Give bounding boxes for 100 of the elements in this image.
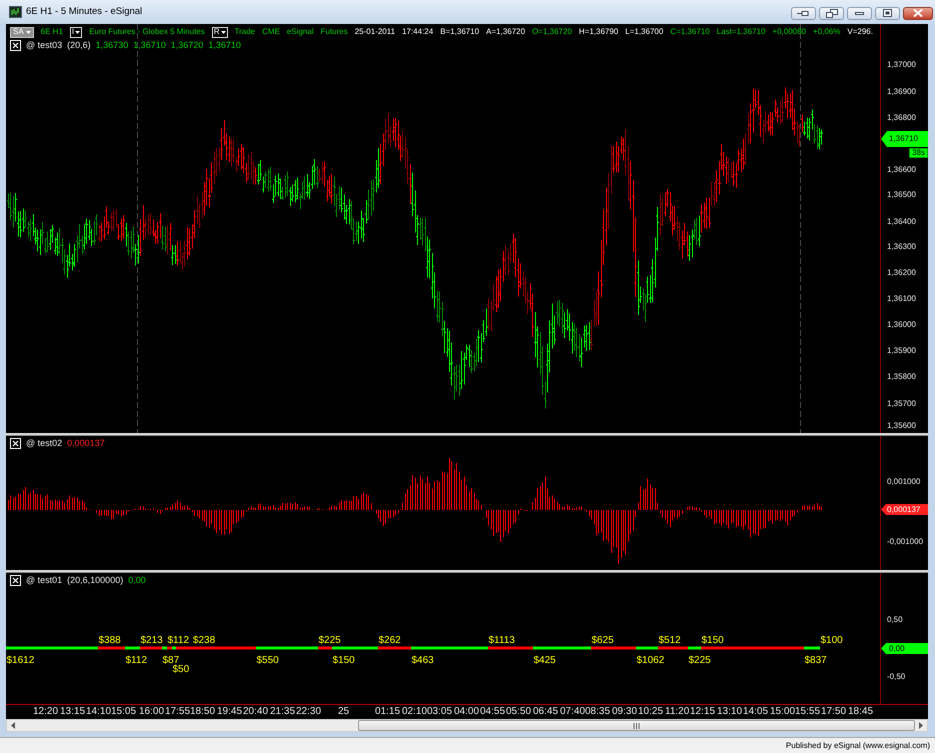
time-axis-label: 03:05 xyxy=(427,706,452,718)
profit-label: $238 xyxy=(192,635,216,646)
quote-field: Last=1,36710 xyxy=(716,26,766,38)
close-button[interactable] xyxy=(903,6,933,20)
time-axis-label: 06:45 xyxy=(533,706,558,718)
time-axis-label: 15:55 xyxy=(795,706,820,718)
study-parameters: (20,6,100000) xyxy=(67,574,124,587)
quote-field: V=296. xyxy=(847,26,873,38)
caret-icon xyxy=(75,30,80,34)
scrollbar-thumb[interactable] xyxy=(358,720,915,731)
time-axis-label: 07:40 xyxy=(560,706,586,718)
axis-tick-label: 1,36600 xyxy=(887,165,916,175)
profit-label: $1612 xyxy=(6,655,34,666)
windows-icon xyxy=(826,8,838,18)
quote-field: CME xyxy=(262,26,280,38)
time-axis-label: 18:45 xyxy=(848,706,874,718)
profit-label: $1113 xyxy=(488,635,515,646)
quote-field: +0,00080 xyxy=(772,26,806,38)
maximize-icon xyxy=(883,9,892,17)
axis-tick-label: 1,36300 xyxy=(887,242,916,252)
time-axis-label: 11:20 xyxy=(665,706,690,718)
quote-field: eSignal xyxy=(286,26,314,38)
time-axis-label: 10:25 xyxy=(638,706,664,718)
minimize-button[interactable] xyxy=(847,6,872,20)
quote-field: Trade xyxy=(234,26,256,38)
study-value: 1,36710 xyxy=(133,39,166,52)
axis-tick-label: 1,37000 xyxy=(887,60,916,70)
time-axis-label: 04:55 xyxy=(480,706,506,718)
profit-label: $463 xyxy=(412,655,434,666)
profit-label: $837 xyxy=(804,655,827,666)
profit-label: $550 xyxy=(256,655,279,666)
axis-tick-label: 1,36100 xyxy=(887,294,916,304)
axis-tick-label: 1,35800 xyxy=(887,372,916,382)
axis-tick-label: 1,36200 xyxy=(887,268,916,278)
axis-tick-label: 0,50 xyxy=(887,615,903,625)
time-axis-label: 20:40 xyxy=(243,706,268,718)
axis-tick-label: 1,35600 xyxy=(887,421,916,431)
study-value: 0,000137 xyxy=(67,437,105,450)
profit-label: $225 xyxy=(688,655,711,666)
profit-label: $150 xyxy=(332,655,355,666)
profit-label: $87 xyxy=(162,655,180,666)
symbol-description: Euro Futures - Globex 5 Minutes xyxy=(89,26,205,38)
quote-field: O=1,36720 xyxy=(532,26,572,38)
close-icon xyxy=(10,575,21,586)
last-value-marker: 0,000137 xyxy=(881,504,928,515)
time-axis-label: 12:15 xyxy=(690,706,716,718)
pin-button[interactable] xyxy=(791,6,816,20)
quote-field: H=1,36790 xyxy=(578,26,618,38)
quote-field: L=1,36700 xyxy=(625,26,664,38)
last-value-marker: 0,00 xyxy=(881,643,928,654)
remove-study-button[interactable] xyxy=(10,575,21,586)
profit-label: $512 xyxy=(658,635,681,646)
time-axis-label: 14:05 xyxy=(743,706,768,718)
profit-label: $100 xyxy=(820,635,843,646)
profit-label: $625 xyxy=(592,635,614,646)
profit-label: $150 xyxy=(702,635,724,646)
time-axis-label: 25 xyxy=(338,706,350,718)
axis-tick-label: 1,36000 xyxy=(887,320,916,330)
time-axis-label: 01:15 xyxy=(375,706,400,718)
study-value: 0,00 xyxy=(128,574,146,587)
profit-label: $112 xyxy=(126,655,148,666)
remove-study-button[interactable] xyxy=(10,438,21,449)
axis-tick-label: 1,36800 xyxy=(887,113,916,123)
caret-icon xyxy=(26,30,31,34)
quote-field: A=1,36720 xyxy=(486,26,526,38)
profit-label: $388 xyxy=(98,635,121,646)
axis-tick-label: 1,36500 xyxy=(887,190,916,200)
time-axis-label: 19:45 xyxy=(217,706,242,718)
study-name: @ test03 xyxy=(26,39,62,52)
time-axis-label: 05:50 xyxy=(506,706,532,718)
time-axis-label: 08:35 xyxy=(585,706,610,718)
study-name: @ test01 xyxy=(26,574,62,587)
remove-study-button[interactable] xyxy=(10,40,21,51)
symbol-label: 6E H1 xyxy=(40,26,63,38)
axis-tick-label: 0,001000 xyxy=(887,477,920,487)
time-axis-label: 17:55 xyxy=(165,706,190,718)
profit-label: $50 xyxy=(172,664,190,675)
horizontal-scrollbar[interactable] xyxy=(6,719,928,732)
profit-label: $262 xyxy=(378,635,401,646)
quote-field: Futures xyxy=(320,26,348,38)
axis-tick-label: 1,35700 xyxy=(887,399,916,409)
axis-tick-label: -0,001000 xyxy=(887,537,924,547)
float-button[interactable] xyxy=(819,6,844,20)
study-parameters: (20,6) xyxy=(67,39,91,52)
study-value: 1,36710 xyxy=(208,39,241,52)
time-axis-label: 18:50 xyxy=(190,706,216,718)
axis-tick-label: -0,50 xyxy=(887,672,906,682)
profit-label: $112 xyxy=(168,635,190,646)
grip-icon xyxy=(633,722,640,728)
close-icon xyxy=(10,40,21,51)
interval-button[interactable]: I xyxy=(70,26,82,38)
time-axis-label: 15:00 xyxy=(770,706,796,718)
bar-type-button[interactable]: R xyxy=(212,26,228,38)
time-axis-label: 02:10 xyxy=(402,706,428,718)
close-icon xyxy=(913,9,923,17)
profit-label: $1062 xyxy=(636,655,664,666)
maximize-button[interactable] xyxy=(875,6,900,20)
bar-countdown: 38s xyxy=(909,148,928,158)
time-axis-label: 21:35 xyxy=(270,706,296,718)
time-axis-label: 15:05 xyxy=(111,706,136,718)
